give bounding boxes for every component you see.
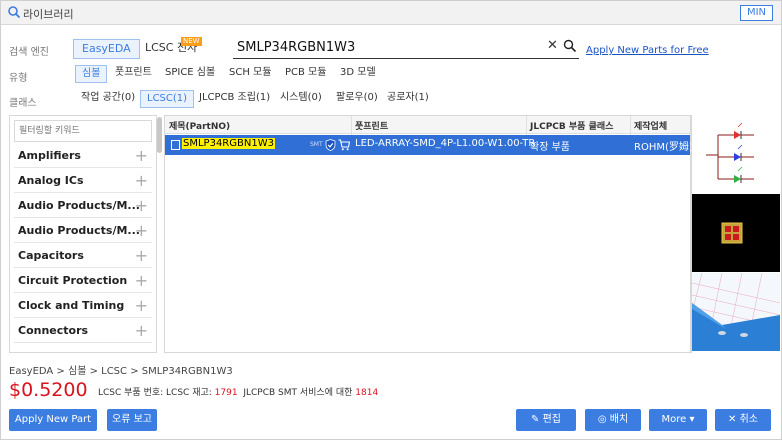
- category-item[interactable]: Analog ICs +: [14, 169, 152, 193]
- tab-3d-model[interactable]: 3D 모델: [334, 65, 382, 83]
- category-panel: Amplifiers + Analog ICs + Audio Products…: [9, 115, 157, 353]
- 3d-model-preview[interactable]: [692, 273, 780, 351]
- cancel-button[interactable]: ✕ 취소: [715, 409, 771, 431]
- symbol-icon: [171, 140, 180, 150]
- location-pin-icon: ◎: [597, 414, 607, 425]
- plus-icon[interactable]: +: [135, 171, 148, 190]
- tab-pcb-module[interactable]: PCB 모듈: [279, 65, 332, 83]
- footprint-cell: LED-ARRAY-SMD_4P-L1.00-W1.00-TR: [355, 138, 536, 149]
- category-scrollbar[interactable]: [157, 117, 162, 153]
- tab-jlcpcb-assembly[interactable]: JLCPCB 조립(1): [193, 90, 276, 108]
- column-header-footprint[interactable]: 풋프린트: [355, 119, 388, 132]
- cart-icon[interactable]: [338, 139, 350, 151]
- category-item[interactable]: Audio Products/M... +: [14, 219, 152, 243]
- filter-input[interactable]: [14, 120, 152, 142]
- tab-system[interactable]: 시스템(0): [274, 90, 328, 108]
- category-label: Audio Products/M...: [18, 199, 140, 212]
- search-box: ✕: [233, 37, 579, 59]
- tab-symbol[interactable]: 심볼: [75, 65, 108, 83]
- plus-icon[interactable]: +: [135, 321, 148, 340]
- search-input[interactable]: [237, 37, 537, 57]
- place-button[interactable]: ◎ 배치: [585, 409, 641, 431]
- column-header-class[interactable]: JLCPCB 부품 클래스: [530, 119, 613, 132]
- category-label: Amplifiers: [18, 149, 81, 162]
- window-title: 라이브러리: [23, 8, 74, 21]
- smt-label: JLCPCB SMT 서비스에 대한: [243, 388, 353, 398]
- tab-contributor[interactable]: 공로자(1): [381, 90, 435, 108]
- part-number: SMLP34RGBN1W3: [182, 138, 275, 149]
- table-header: 제목(PartNO) 풋프린트 JLCPCB 부품 클래스 제작업체: [165, 116, 690, 134]
- column-header-part[interactable]: 제목(PartNO): [169, 119, 230, 132]
- category-item[interactable]: Clock and Timing +: [14, 294, 152, 318]
- tab-workspace[interactable]: 작업 공간(0): [75, 90, 141, 108]
- tab-footprint[interactable]: 풋프린트: [109, 65, 158, 83]
- type-label: 유형: [9, 73, 28, 84]
- category-label: Analog ICs: [18, 174, 84, 187]
- close-icon: ✕: [728, 414, 737, 425]
- place-label: 배치: [609, 414, 629, 425]
- close-icon[interactable]: ✕: [547, 38, 558, 53]
- maker-cell: ROHM(罗姆): [634, 142, 693, 153]
- engine-label: 검색 엔진: [9, 47, 49, 58]
- category-label: Clock and Timing: [18, 299, 125, 312]
- category-item[interactable]: Audio Products/M... +: [14, 194, 152, 218]
- new-badge: NEW: [181, 37, 202, 46]
- library-window: 라이브러리 MIN 검색 엔진 EasyEDA LCSC 전자 NEW ✕ Ap…: [0, 0, 782, 440]
- category-label: Capacitors: [18, 249, 84, 262]
- category-item[interactable]: Connectors +: [14, 319, 152, 343]
- price: $0.5200: [9, 379, 88, 401]
- plus-icon[interactable]: +: [135, 146, 148, 165]
- category-label: Connectors: [18, 324, 89, 337]
- caret-down-icon: ▾: [689, 414, 695, 425]
- plus-icon[interactable]: +: [135, 221, 148, 240]
- category-item[interactable]: Circuit Protection +: [14, 269, 152, 293]
- stock-value: 1791: [214, 388, 238, 398]
- report-error-button[interactable]: 오류 보고: [107, 409, 157, 431]
- tab-lcsc[interactable]: LCSC(1): [140, 90, 195, 108]
- results-table: 제목(PartNO) 풋프린트 JLCPCB 부품 클래스 제작업체 SMLP3…: [164, 115, 693, 353]
- preview-panel: [691, 115, 780, 353]
- plus-icon[interactable]: +: [135, 296, 148, 315]
- tab-sch-module[interactable]: SCH 모듈: [223, 65, 277, 83]
- category-item[interactable]: Capacitors +: [14, 244, 152, 268]
- symbol-preview[interactable]: [692, 115, 780, 193]
- class-cell: 확장 부품: [530, 142, 570, 153]
- edit-label: 편집: [542, 414, 561, 425]
- category-item[interactable]: Amplifiers +: [14, 144, 152, 168]
- breadcrumb: EasyEDA > 심볼 > LCSC > SMLP34RGBN1W3: [9, 366, 233, 377]
- shield-check-icon: [325, 139, 336, 151]
- part-number-cell: SMLP34RGBN1W3: [182, 138, 275, 149]
- apply-new-parts-link[interactable]: Apply New Parts for Free: [586, 45, 709, 56]
- stock-label: LCSC 재고:: [166, 388, 212, 398]
- column-header-maker[interactable]: 제작업체: [634, 119, 667, 132]
- plus-icon[interactable]: +: [135, 246, 148, 265]
- smt-icon: SMT: [310, 141, 323, 148]
- plus-icon[interactable]: +: [135, 271, 148, 290]
- engine-easyeda-button[interactable]: EasyEDA: [73, 39, 140, 59]
- tab-follow[interactable]: 팔로우(0): [330, 90, 384, 108]
- footprint-preview[interactable]: [692, 194, 780, 272]
- table-row[interactable]: SMLP34RGBN1W3 SMT LED-ARRAY-SMD_4P-L1.00…: [165, 135, 693, 155]
- smt-value: 1814: [355, 388, 379, 398]
- lcsc-part-label: LCSC 부품 번호:: [98, 388, 164, 398]
- more-button[interactable]: More ▾: [649, 409, 707, 431]
- class-label: 클래스: [9, 98, 37, 109]
- edit-button[interactable]: ✎ 편집: [516, 409, 576, 431]
- search-icon: [8, 6, 21, 19]
- tab-spice-symbol[interactable]: SPICE 심볼: [159, 65, 221, 83]
- stock-info: LCSC 부품 번호: LCSC 재고: 1791 JLCPCB SMT 서비스…: [98, 385, 378, 398]
- apply-new-part-button[interactable]: Apply New Part: [9, 409, 97, 431]
- minimize-button[interactable]: MIN: [739, 5, 773, 21]
- category-label: Audio Products/M...: [18, 224, 140, 237]
- cancel-label: 취소: [739, 414, 758, 425]
- plus-icon[interactable]: +: [135, 196, 148, 215]
- pencil-icon: ✎: [531, 414, 540, 425]
- title-bar: 라이브러리 MIN: [1, 1, 781, 25]
- search-icon[interactable]: [563, 39, 577, 53]
- category-label: Circuit Protection: [18, 274, 128, 287]
- more-label: More: [661, 414, 687, 425]
